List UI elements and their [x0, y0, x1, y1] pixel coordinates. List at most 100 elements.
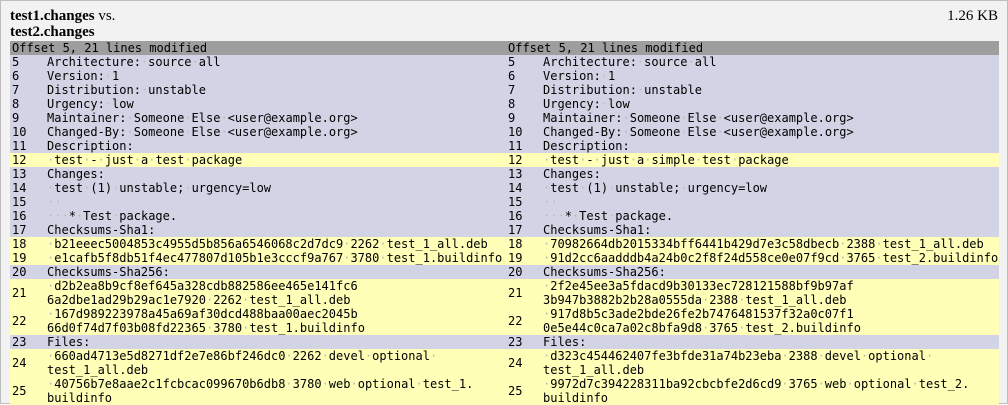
whitespace-marker: · — [220, 111, 228, 125]
token: devel — [824, 349, 861, 363]
diff-row: 7 Distribution:·unstable — [10, 83, 506, 97]
line-text: Files: — [47, 335, 90, 349]
token: Someone — [133, 111, 185, 125]
token: unstable; — [615, 181, 681, 195]
token: test_1_all.deb — [47, 363, 149, 377]
line-number: 24 — [508, 356, 523, 370]
diff-row: 19 · e1cafb5f8db51f4ec477807d105b1e3cccf9a… — [10, 251, 506, 265]
offset-label-left: Offset 5, 21 lines modified — [12, 41, 208, 55]
line-text: Distribution:·unstable — [47, 83, 206, 97]
file1-name: test1.changes — [10, 8, 95, 24]
whitespace-marker: · — [285, 349, 293, 363]
whitespace-marker: · — [429, 349, 438, 363]
diff-row: 25·9972d7c394228311ba92cbcbfe2d6cd9·3765… — [506, 377, 999, 405]
token: Someone — [629, 125, 681, 139]
line-number: 17 — [12, 223, 27, 237]
token: test — [155, 153, 185, 167]
token: b21eeec5004853c4955d5b856a6546068c2d7dc9 — [54, 237, 344, 251]
token: - — [586, 153, 594, 167]
line-number: 14 — [12, 181, 27, 195]
token: Files: — [543, 335, 587, 349]
line-text: · b21eeec5004853c4955d5b856a6546068c2d7dc… — [47, 237, 488, 251]
diff-row: 22 ·917d8b5c3ade2bde26fe2b7476481537f32a0… — [506, 307, 999, 335]
token: test_2. — [918, 377, 970, 391]
token: 3765 — [788, 377, 818, 391]
whitespace-marker: · — [846, 377, 854, 391]
token: Description: — [47, 139, 134, 153]
token: Urgency: — [543, 97, 601, 111]
whitespace-marker: · — [321, 349, 329, 363]
line-number: 15 — [508, 195, 523, 209]
token: simple — [651, 153, 695, 167]
whitespace-marker: · — [925, 349, 934, 363]
line-text: ·40756b7e8aae2c1fcbcac099670b6db8·3780·w… — [47, 377, 473, 405]
token: d2b2ea8b9cf8ef645a328cdb882586ee465e141f… — [54, 279, 358, 293]
whitespace-marker: · — [600, 69, 609, 83]
token: 2388 — [788, 349, 818, 363]
token: just — [104, 153, 134, 167]
token: 917d8b5c3ade2bde26fe2b7476481537f32a0c07… — [550, 307, 854, 321]
whitespace-marker: · — [97, 153, 105, 167]
diff-row: 21 ·d2b2ea8b9cf8ef645a328cdb882586ee465e1… — [10, 279, 506, 307]
token: 167d989223978a45a69af30dcd488baa00aec204… — [54, 307, 358, 321]
line-number: 11 — [508, 139, 523, 153]
token: Checksums-Sha256: — [47, 265, 170, 279]
whitespace-marker: · — [220, 125, 228, 139]
line-text: ·2f2e45ee3a5fdacd9b30133ec728121588bf9b9… — [543, 279, 854, 307]
line-number: 8 — [508, 97, 516, 111]
token: Else — [687, 111, 717, 125]
line-number: 8 — [12, 97, 20, 111]
line-number: 6 — [508, 69, 516, 83]
line-number: 25 — [508, 384, 523, 398]
whitespace-marker: · — [104, 97, 113, 111]
token: unstable; — [119, 181, 185, 195]
token: test — [54, 181, 84, 195]
diff-row: 9 Maintainer:·Someone·Else·<user@example.… — [10, 111, 506, 125]
token: Version: — [47, 69, 105, 83]
token: <user@example.org> — [227, 125, 358, 139]
token: optional — [357, 377, 416, 391]
line-number: 23 — [12, 335, 27, 349]
whitespace-marker: · — [184, 153, 192, 167]
line-text: Description: — [47, 139, 134, 153]
token: 91d2cc6aadddb4a24b0c2f8f24d558ce0e07f9cd — [550, 251, 840, 265]
token: 70982664db2015334bff6441b429d7e3c58dbecb — [550, 237, 840, 251]
whitespace-marker: ··· — [47, 209, 69, 223]
diff-row: 18 · b21eeec5004853c4955d5b856a6546068c2d7… — [10, 237, 506, 251]
line-text: ·9972d7c394228311ba92cbcbfe2d6cd9·3765·w… — [543, 377, 969, 405]
line-number: 12 — [12, 153, 27, 167]
whitespace-marker: · — [593, 153, 601, 167]
line-number: 5 — [508, 55, 516, 69]
line-text: ·d323c454462407fe3bfde31a74b23eba·2388·d… — [543, 349, 933, 377]
whitespace-marker: · — [184, 181, 192, 195]
token: Checksums-Sha1: — [543, 223, 652, 237]
token: 3780 — [350, 251, 380, 265]
token: source — [644, 55, 688, 69]
token: test_2.buildinfo — [745, 321, 861, 335]
line-text: ·d2b2ea8b9cf8ef645a328cdb882586ee465e141… — [47, 279, 358, 307]
token: e1cafb5f8db51f4ec477807d105b1e3cccf9a767 — [54, 251, 344, 265]
line-number: 19 — [508, 251, 523, 265]
token: test — [54, 153, 84, 167]
token: Distribution: — [543, 83, 637, 97]
whitespace-marker: · — [350, 377, 358, 391]
line-number: 16 — [508, 209, 523, 223]
token: 2388 — [846, 237, 876, 251]
token: package — [738, 153, 789, 167]
whitespace-marker: · — [716, 111, 724, 125]
line-text: Architecture:·source·all — [47, 55, 220, 69]
token: Maintainer: — [47, 111, 127, 125]
whitespace-marker: · — [622, 111, 630, 125]
line-text: ···*·Test·package. — [47, 209, 177, 223]
diff-row: 17 Checksums-Sha1: — [10, 223, 506, 237]
diff-row: 16 ···*·Test·package. — [506, 209, 999, 223]
whitespace-marker: · — [781, 349, 789, 363]
line-text: Checksums-Sha1: — [47, 223, 155, 237]
diff-row: 8 Urgency:·low — [506, 97, 999, 111]
line-text: ·917d8b5c3ade2bde26fe2b7476481537f32a0c0… — [543, 307, 861, 335]
diff-row: 15 ·· — [10, 195, 506, 209]
diff-row: 9 Maintainer:·Someone·Else·<user@example.… — [506, 111, 999, 125]
diff-row: 10 Changed-By:·Someone·Else·<user@example… — [506, 125, 999, 139]
token: Else — [191, 111, 221, 125]
line-number: 18 — [12, 237, 27, 251]
